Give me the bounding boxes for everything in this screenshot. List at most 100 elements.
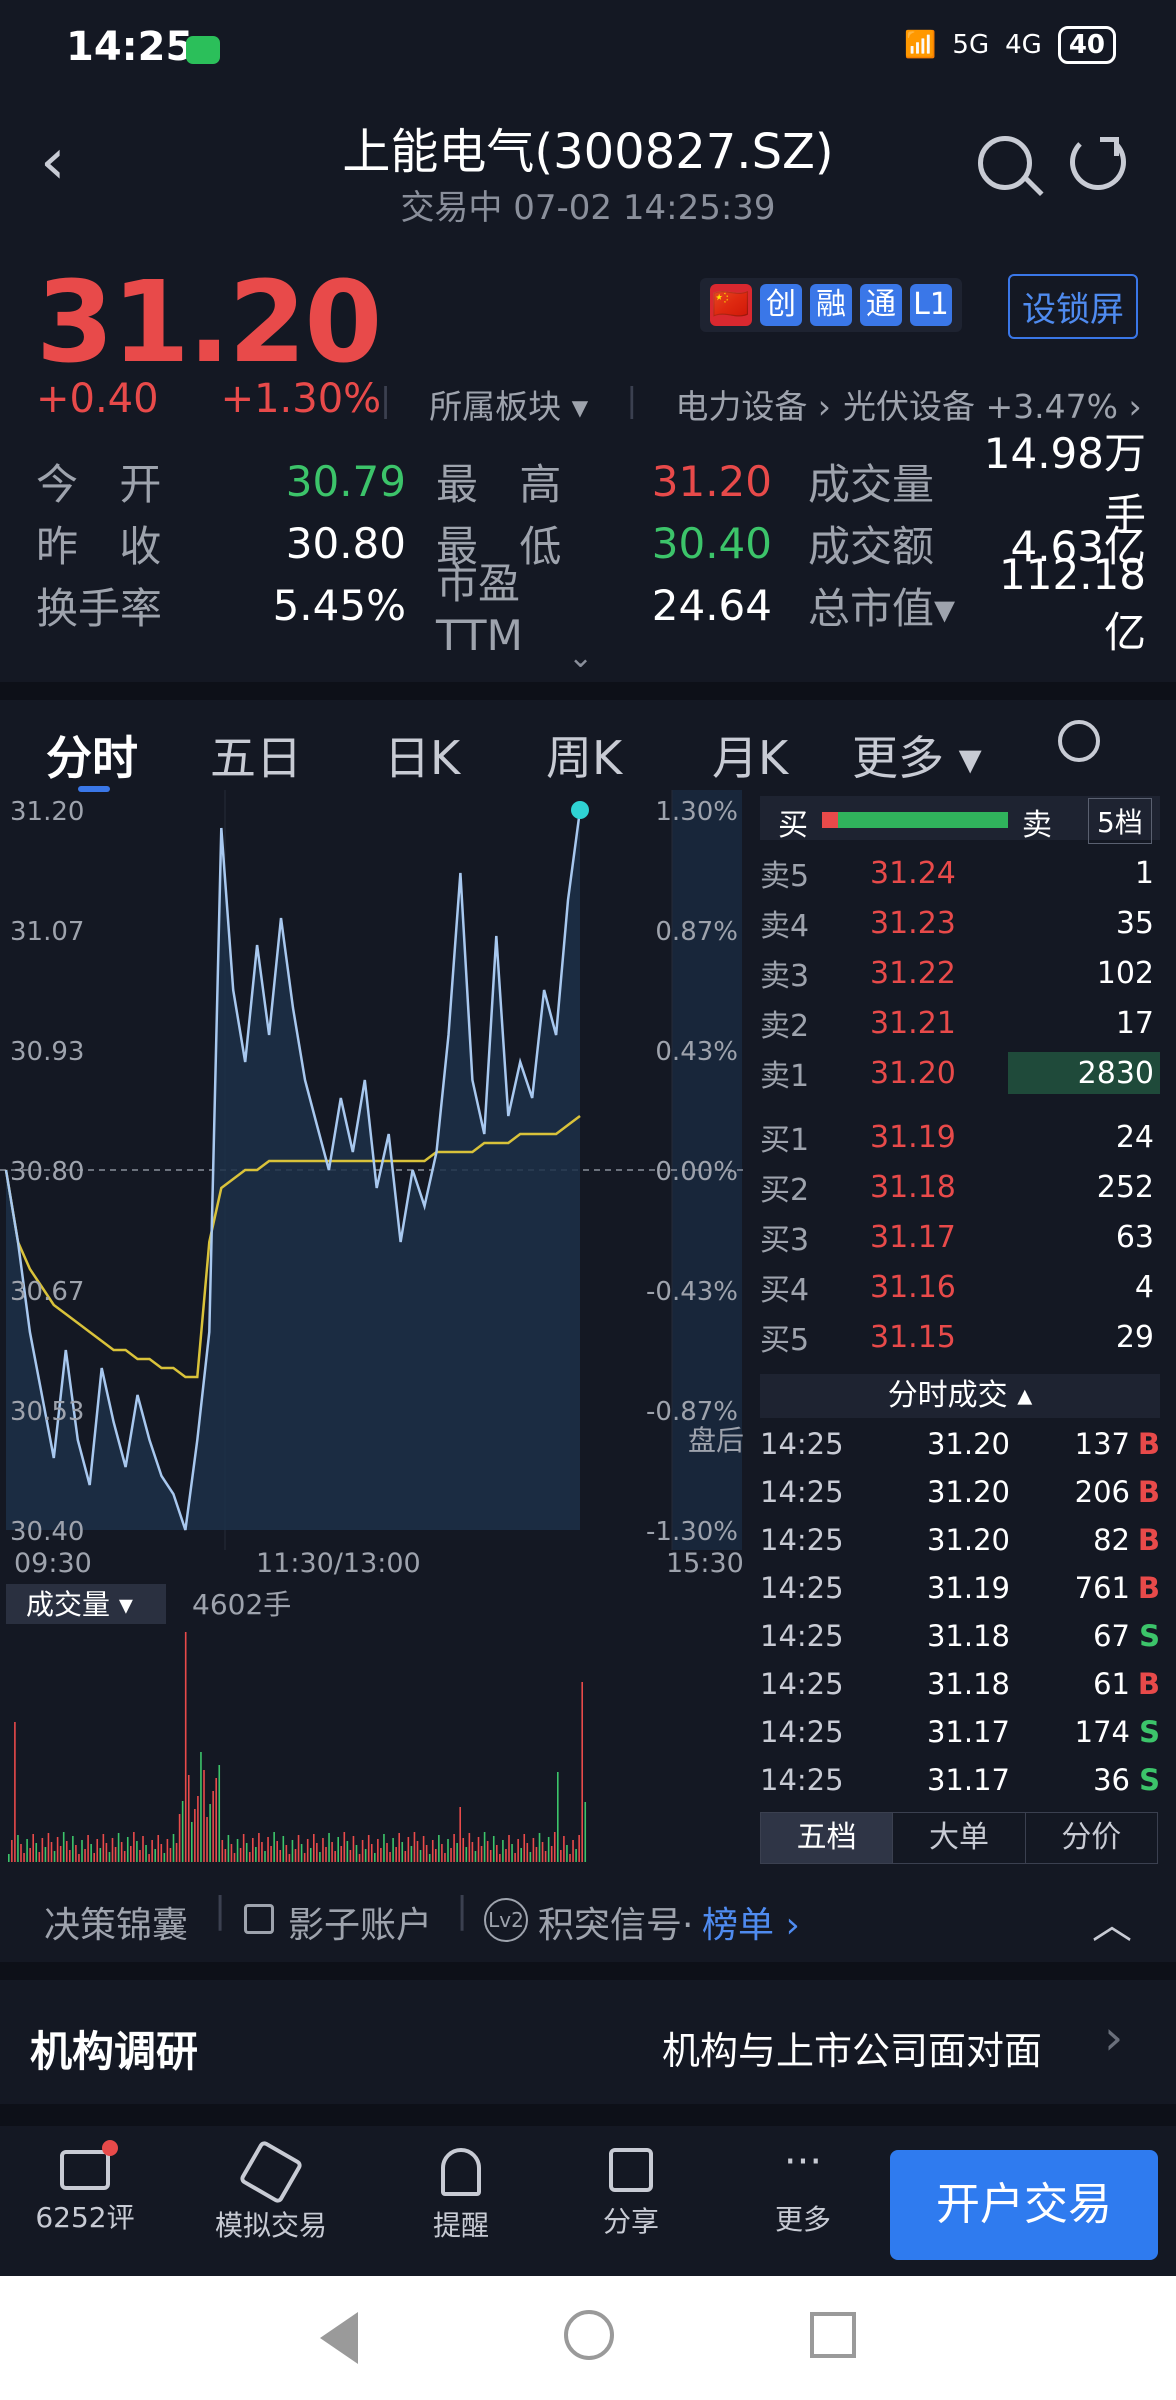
- volume-bar: [395, 1847, 397, 1862]
- volume-bar: [471, 1842, 474, 1862]
- bid-qty: 29: [1115, 1319, 1154, 1355]
- volume-bar: [377, 1839, 379, 1862]
- ask-qty: 2830: [1077, 1055, 1154, 1091]
- badge-group[interactable]: 🇨🇳 创 融 通 L1: [700, 278, 962, 332]
- volume-bar: [300, 1844, 303, 1862]
- buy-sell-ratio-bar: [822, 812, 1008, 828]
- sell-label: 卖: [1022, 808, 1052, 843]
- buy-label: 买: [778, 808, 808, 843]
- open-account-button[interactable]: 开户交易: [890, 2150, 1158, 2260]
- chevron-down-icon[interactable]: ⌄: [568, 640, 593, 675]
- clock: 14:25: [66, 24, 194, 70]
- volume-bar: [447, 1839, 449, 1862]
- volume-bar: [181, 1801, 184, 1862]
- volume-bar: [44, 1847, 47, 1862]
- level-toggle-button[interactable]: 5档: [1088, 798, 1152, 844]
- volume-bar: [102, 1834, 105, 1862]
- bid-qty: 63: [1115, 1219, 1154, 1255]
- tab-five-levels[interactable]: 五档: [761, 1813, 894, 1863]
- market-cap-dropdown[interactable]: 总市值▾: [772, 575, 962, 636]
- nav-label: 更多: [774, 2203, 831, 2236]
- nav-sim-trade[interactable]: 模拟交易: [196, 2126, 346, 2244]
- volume-bar: [78, 1854, 80, 1862]
- volume-bar: [572, 1840, 574, 1862]
- bid-row: 买2 31.18 252: [760, 1162, 1160, 1212]
- volume-bar: [233, 1853, 236, 1862]
- volume-bar: [547, 1837, 550, 1862]
- trade-row: 14:25 31.20 137 B: [760, 1420, 1160, 1468]
- nav-alert[interactable]: 提醒: [386, 2126, 536, 2244]
- volume-bar: [334, 1851, 336, 1862]
- system-recents-icon[interactable]: [810, 2312, 856, 2358]
- volume-bar: [489, 1850, 492, 1862]
- volume-bar: [343, 1832, 346, 1862]
- volume-bar: [59, 1846, 62, 1862]
- stat-label: 成交量: [808, 459, 935, 509]
- volume-bar: [352, 1836, 355, 1862]
- bid-qty: 252: [1096, 1169, 1154, 1205]
- volume-bar: [14, 1722, 16, 1862]
- volume-bar: [529, 1852, 532, 1862]
- tab-intraday[interactable]: 分时: [46, 722, 138, 788]
- signal-link[interactable]: 积突信号·: [538, 1896, 693, 1948]
- tab-five-day[interactable]: 五日: [210, 722, 302, 788]
- tab-monthly-k[interactable]: 月K: [712, 722, 788, 788]
- stat-label[interactable]: 市盈TTM: [406, 550, 586, 660]
- volume-bar: [242, 1834, 245, 1862]
- volume-bar: [392, 1838, 394, 1862]
- tab-daily-k[interactable]: 日K: [384, 722, 460, 788]
- sector-dropdown[interactable]: 所属板块 ▾: [429, 380, 588, 428]
- refresh-icon[interactable]: [1070, 134, 1126, 190]
- system-back-icon[interactable]: [320, 2312, 358, 2364]
- volume-bar: [142, 1836, 144, 1862]
- ranking-link[interactable]: 榜单 ›: [702, 1896, 800, 1948]
- volume-bar: [450, 1848, 452, 1862]
- volume-bar: [72, 1836, 74, 1862]
- trade-qty: 206: [1074, 1475, 1130, 1509]
- bid-qty: 4: [1134, 1269, 1154, 1305]
- signal-4g: 4G: [1005, 30, 1042, 60]
- trades-title[interactable]: 分时成交 ▴: [760, 1374, 1160, 1418]
- volume-bar: [261, 1842, 263, 1862]
- tab-more[interactable]: 更多 ▾: [852, 722, 982, 788]
- volume-bar: [47, 1833, 50, 1862]
- decision-kit-link[interactable]: 决策锦囊: [44, 1896, 188, 1948]
- tab-weekly-k[interactable]: 周K: [546, 722, 622, 788]
- volume-bar: [239, 1848, 242, 1862]
- pct-tick-label: 0.43%: [655, 1037, 738, 1067]
- volume-bar: [492, 1836, 495, 1862]
- pct-tick-label: 0.87%: [655, 917, 738, 947]
- settings-icon[interactable]: [1058, 720, 1100, 762]
- shadow-account-link[interactable]: 影子账户: [288, 1896, 432, 1948]
- nav-more[interactable]: ··· 更多: [728, 2126, 878, 2238]
- volume-bar: [41, 1838, 44, 1862]
- nav-comments[interactable]: 6252评: [10, 2126, 160, 2236]
- stat-value: 112.18亿: [999, 550, 1146, 657]
- sector-power-link[interactable]: 电力设备 ›: [675, 380, 831, 428]
- wifi-icon: 📶: [904, 30, 937, 60]
- status-bar: 14:25 📶 5G 4G 40: [0, 0, 1176, 100]
- institution-research-card[interactable]: 机构调研 机构与上市公司面对面 ›: [0, 1980, 1176, 2104]
- search-icon[interactable]: [978, 136, 1032, 190]
- bid-row: 买1 31.19 24: [760, 1112, 1160, 1162]
- collapse-icon[interactable]: ︿: [1092, 1892, 1132, 1950]
- volume-bar: [187, 1775, 190, 1862]
- tab-price-dist[interactable]: 分价: [1026, 1813, 1157, 1863]
- lock-screen-button[interactable]: 设锁屏: [1008, 274, 1138, 339]
- volume-label[interactable]: 成交量 ▾: [26, 1588, 133, 1621]
- stat-label: 换手率: [36, 583, 163, 633]
- intraday-chart[interactable]: 31.20 31.07 30.93 30.80 30.67 30.53 30.40 1.30…: [0, 790, 745, 1870]
- nav-share[interactable]: 分享: [556, 2126, 706, 2240]
- volume-bar: [401, 1842, 404, 1862]
- volume-bar: [538, 1833, 541, 1862]
- volume-bar: [230, 1844, 233, 1862]
- bid-price: 31.15: [870, 1319, 956, 1355]
- comment-icon: [60, 2140, 118, 2190]
- volume-bar: [404, 1851, 407, 1862]
- volume-bar: [62, 1832, 65, 1862]
- tab-big-orders[interactable]: 大单: [893, 1813, 1026, 1863]
- trade-flag: S: [1139, 1619, 1160, 1653]
- price-change-pct: +1.30%: [220, 376, 382, 422]
- system-home-icon[interactable]: [564, 2310, 614, 2360]
- volume-bar: [65, 1841, 68, 1862]
